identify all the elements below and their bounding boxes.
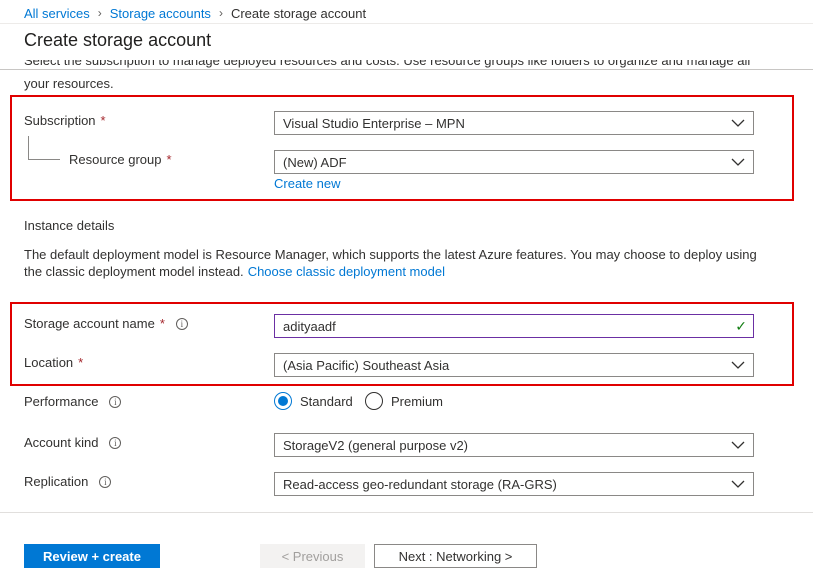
subscription-dropdown[interactable]: Visual Studio Enterprise – MPN — [274, 111, 754, 135]
info-icon[interactable]: i — [109, 436, 122, 449]
footer-divider — [0, 512, 813, 513]
create-new-link[interactable]: Create new — [274, 176, 340, 191]
breadcrumb: All services › Storage accounts › Create… — [24, 4, 366, 22]
classic-deployment-link[interactable]: Choose classic deployment model — [248, 264, 445, 279]
replication-dropdown[interactable]: Read-access geo-redundant storage (RA-GR… — [274, 472, 754, 496]
radio-unselected-icon — [365, 392, 383, 410]
storage-account-name-input[interactable]: adityaadf ✓ — [274, 314, 754, 338]
location-value: (Asia Pacific) Southeast Asia — [283, 357, 450, 373]
page-title: Create storage account — [24, 30, 212, 50]
chevron-right-icon: › — [218, 6, 223, 20]
info-icon[interactable]: i — [175, 317, 188, 330]
instance-details-heading: Instance details — [24, 218, 115, 233]
resource-group-label: Resource group * — [69, 152, 172, 167]
chevron-down-icon — [731, 119, 745, 127]
breadcrumb-current: Create storage account — [230, 5, 367, 21]
info-icon[interactable]: i — [99, 475, 112, 488]
breadcrumb-storage-accounts[interactable]: Storage accounts — [110, 6, 211, 21]
storage-account-name-label: Storage account name * i — [24, 316, 188, 331]
resource-group-dropdown[interactable]: (New) ADF — [274, 150, 754, 174]
storage-account-name-value: adityaadf — [283, 318, 336, 334]
account-kind-value: StorageV2 (general purpose v2) — [283, 437, 469, 453]
subscription-value: Visual Studio Enterprise – MPN — [283, 115, 465, 131]
next-networking-button[interactable]: Next : Networking > — [374, 544, 537, 568]
chevron-down-icon — [731, 158, 745, 166]
replication-label: Replication i — [24, 474, 112, 489]
chevron-right-icon: › — [97, 6, 102, 20]
required-mark: * — [159, 316, 165, 331]
review-create-button[interactable]: Review + create — [24, 544, 160, 568]
required-mark: * — [100, 113, 106, 128]
resource-group-value: (New) ADF — [283, 154, 347, 170]
performance-label: Performance i — [24, 394, 122, 409]
location-label: Location * — [24, 355, 84, 370]
performance-standard-radio[interactable]: Standard — [274, 392, 353, 410]
account-kind-dropdown[interactable]: StorageV2 (general purpose v2) — [274, 433, 754, 457]
chevron-down-icon — [731, 441, 745, 449]
previous-button[interactable]: < Previous — [260, 544, 365, 568]
radio-selected-icon — [274, 392, 292, 410]
performance-premium-radio[interactable]: Premium — [365, 392, 443, 410]
chevron-down-icon — [731, 361, 745, 369]
top-divider — [0, 23, 813, 24]
info-icon[interactable]: i — [109, 395, 122, 408]
required-mark: * — [166, 152, 172, 167]
replication-value: Read-access geo-redundant storage (RA-GR… — [283, 476, 557, 492]
account-kind-label: Account kind i — [24, 435, 122, 450]
required-mark: * — [78, 355, 84, 370]
deployment-model-description: The default deployment model is Resource… — [24, 247, 757, 279]
description-continued: your resources. — [24, 76, 114, 91]
header-divider — [0, 69, 813, 70]
checkmark-icon: ✓ — [735, 318, 747, 334]
chevron-down-icon — [731, 480, 745, 488]
breadcrumb-all-services[interactable]: All services — [24, 6, 90, 21]
subscription-label: Subscription * — [24, 113, 106, 128]
tree-connector — [28, 136, 60, 160]
location-dropdown[interactable]: (Asia Pacific) Southeast Asia — [274, 353, 754, 377]
